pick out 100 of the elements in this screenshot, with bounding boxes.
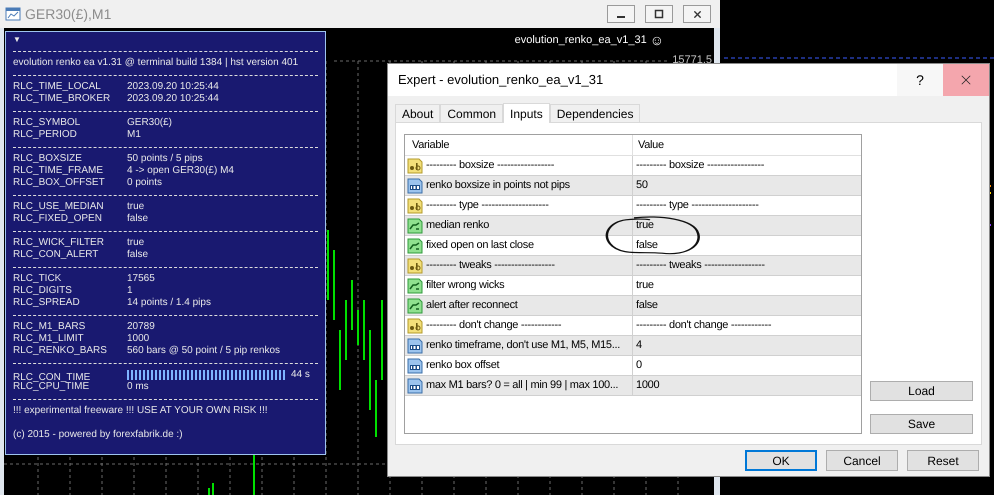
variable-name: filter wrong wicks [426, 278, 504, 294]
variable-value: --------- type -------------------- [635, 198, 760, 213]
parameter-name: RLC_WICK_FILTER [13, 237, 105, 249]
dialog-title: Expert - evolution_renko_ea_v1_31 [397, 71, 604, 90]
boolean-type-icon [407, 298, 423, 314]
parameter-value: 0 ms [127, 381, 149, 393]
parameter-name: RLC_DIGITS [13, 285, 73, 297]
footer-text: (c) 2015 - powered by forexfabrik.de :) [13, 429, 184, 441]
parameter-value: 1000 [127, 333, 150, 345]
parameter-value: 14 points / 1.4 pips [127, 297, 211, 309]
parameter-name: RLC_CON_TIME [13, 372, 92, 383]
panel-header: evolution renko ea v1.31 @ terminal build 1384 | hst version 401 [13, 57, 300, 69]
parameter-name: RLC_CPU_TIME [13, 381, 90, 393]
variable-name: alert after reconnect [426, 298, 518, 314]
parameter-value: 4 -> open GER30(£) M4 [127, 165, 234, 177]
parameter-name: RLC_SPREAD [13, 297, 81, 309]
tab[interactable]: About [395, 104, 440, 122]
parameter-name: RLC_M1_LIMIT [13, 333, 85, 345]
parameter-value: false [127, 249, 148, 261]
parameter-name: RLC_TIME_BROKER [13, 93, 112, 105]
side-button[interactable]: Save [870, 414, 973, 434]
parameter-value: true [127, 237, 144, 249]
close-button[interactable] [683, 5, 711, 23]
variable-name: renko timeframe, don't use M1, M5, M15... [426, 338, 620, 354]
variable-name: max M1 bars? 0 = all | min 99 | max 100... [426, 378, 618, 394]
text-type-icon [407, 198, 423, 214]
variable-name: median renko [426, 218, 490, 234]
side-button[interactable]: Load [870, 381, 973, 401]
parameter-value: 1 [127, 285, 133, 297]
dialog-button[interactable]: Cancel [826, 450, 898, 471]
parameter-value: 2023.09.20 10:25:44 [127, 93, 219, 105]
column-header[interactable]: Variable [405, 135, 633, 155]
tab[interactable]: Inputs [503, 103, 550, 123]
parameter-name: RLC_BOX_OFFSET [13, 177, 106, 189]
parameter-value: 17565 [127, 273, 155, 285]
parameter-name: RLC_PERIOD [13, 129, 78, 141]
text-type-icon [407, 258, 423, 274]
chart-window-icon [5, 6, 21, 22]
price-label: 15771.5 [672, 54, 712, 66]
variable-value: --------- don't change ------------ [635, 318, 772, 333]
variable-value: true [635, 278, 655, 293]
number-type-icon [407, 178, 423, 194]
collapse-marker: ▼ [13, 34, 22, 46]
warning-text: !!! experimental freeware !!! USE AT YOUR OWN RISK !!! [13, 405, 269, 417]
parameter-value: M1 [127, 129, 141, 141]
number-type-icon [407, 378, 423, 394]
parameter-name: RLC_USE_MEDIAN [13, 201, 105, 213]
parameter-value: false [127, 213, 148, 225]
parameter-name: RLC_TIME_FRAME [13, 165, 104, 177]
boolean-type-icon [407, 278, 423, 294]
tab[interactable]: Dependencies [550, 104, 640, 122]
parameter-value: true [127, 201, 144, 213]
meter-reading: 44 s [291, 369, 310, 381]
boolean-type-icon [407, 238, 423, 254]
variable-value: 4 [635, 338, 643, 353]
parameter-value: 0 points [127, 177, 162, 189]
parameter-value: GER30(£) [127, 117, 172, 129]
minimize-button[interactable] [607, 5, 635, 23]
variable-name: renko box offset [426, 358, 500, 374]
parameter-name: RLC_TIME_LOCAL [13, 81, 102, 93]
variable-value: 50 [635, 178, 649, 193]
restore-icon [654, 9, 664, 19]
parameter-name: RLC_M1_BARS [13, 321, 86, 333]
text-type-icon [407, 318, 423, 334]
dialog-button[interactable]: Reset [907, 450, 979, 471]
close-icon [692, 8, 702, 20]
variable-value: --------- tweaks ------------------ [635, 258, 766, 273]
parameter-name: RLC_SYMBOL [13, 117, 82, 129]
variable-value: 0 [635, 358, 643, 373]
expert-label: evolution_renko_ea_v1_31 [514, 33, 647, 48]
variable-name: fixed open on last close [426, 238, 534, 254]
window-title: GER30(£),M1 [25, 4, 112, 24]
variable-value: 1000 [635, 378, 660, 393]
parameter-name: RLC_BOXSIZE [13, 153, 83, 165]
restore-button[interactable] [645, 5, 673, 23]
variable-name: --------- don't change ------------ [426, 318, 562, 334]
parameter-name: RLC_RENKO_BARS [13, 345, 108, 357]
parameter-name: RLC_FIXED_OPEN [13, 213, 103, 225]
variable-name: --------- boxsize ----------------- [426, 158, 554, 174]
minimize-icon [617, 16, 625, 18]
variable-name: --------- type -------------------- [426, 198, 549, 214]
dialog-button[interactable]: OK [745, 450, 817, 471]
variable-value: false [635, 238, 659, 253]
help-button[interactable]: ? [897, 64, 943, 96]
variable-name: --------- tweaks ------------------ [426, 258, 555, 274]
column-header[interactable]: Value [633, 135, 861, 155]
variable-value: true [635, 218, 655, 233]
number-type-icon [407, 338, 423, 354]
expert-status-icon: ☺ [650, 33, 664, 48]
variable-value: false [635, 298, 659, 313]
text-type-icon [407, 158, 423, 174]
parameter-value: 50 points / 5 pips [127, 153, 203, 165]
parameter-value: 560 bars @ 50 point / 5 pip renkos [127, 345, 280, 357]
tab[interactable]: Common [440, 104, 504, 122]
variable-name: renko boxsize in points not pips [426, 178, 570, 194]
parameter-name: RLC_TICK [13, 273, 62, 285]
parameter-name: RLC_CON_ALERT [13, 249, 100, 261]
boolean-type-icon [407, 218, 423, 234]
variable-value: --------- boxsize ----------------- [635, 158, 766, 173]
parameter-value: 20789 [127, 321, 155, 333]
